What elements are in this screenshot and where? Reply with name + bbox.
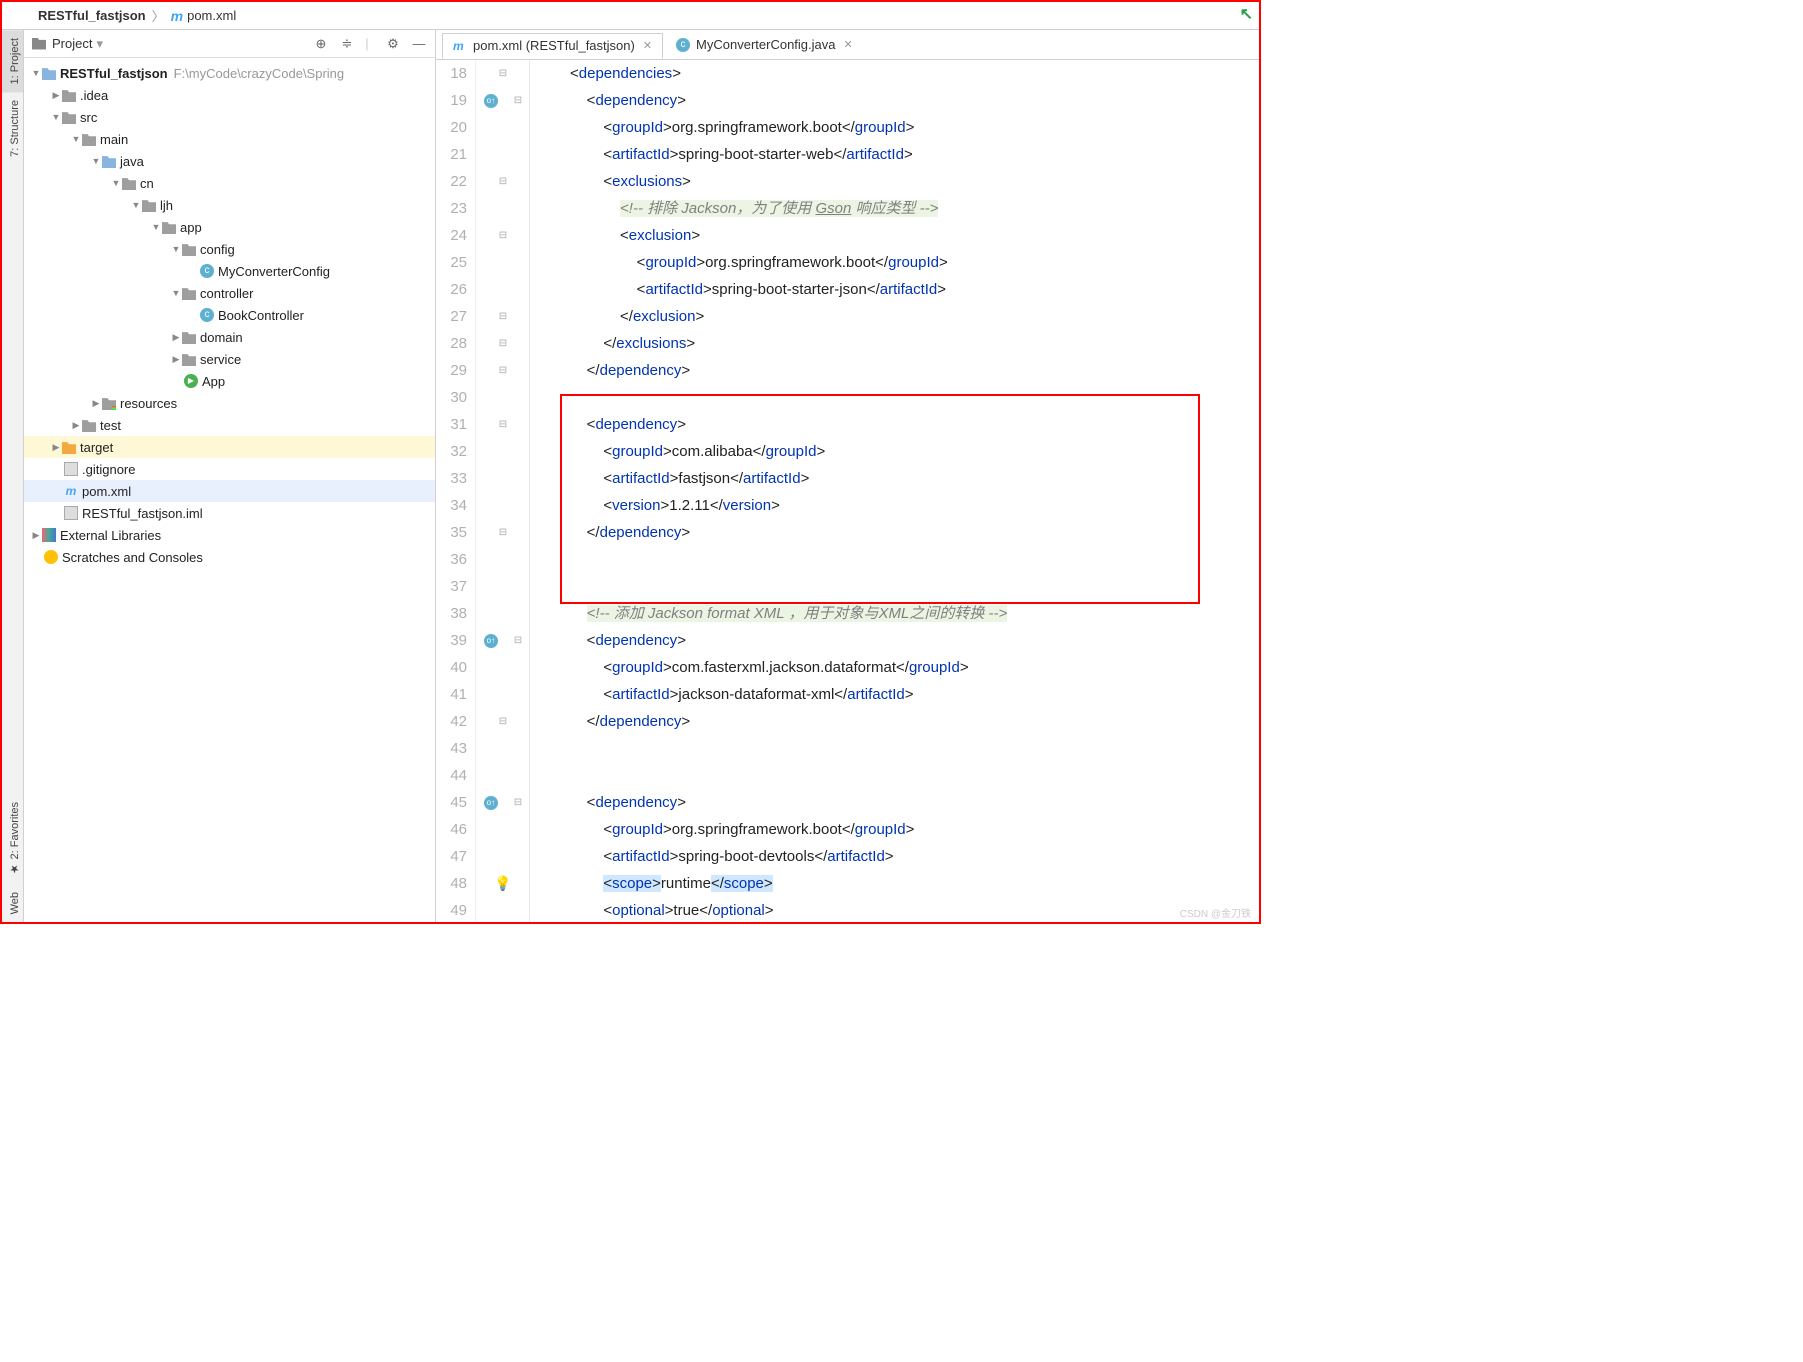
override-icon[interactable]	[484, 94, 498, 108]
tree-file-myconverter[interactable]: MyConverterConfig	[24, 260, 435, 282]
tab-project[interactable]: 1: Project	[2, 30, 23, 92]
fold-icon[interactable]: ⊟	[499, 365, 507, 376]
tree-item[interactable]: ▼cn	[24, 172, 435, 194]
code-editor[interactable]: 1819202122232425262728293031323334353637…	[436, 60, 1259, 922]
hide-icon[interactable]: —	[411, 36, 427, 52]
tree-item[interactable]: ▶domain	[24, 326, 435, 348]
fold-icon[interactable]: ⊟	[499, 419, 507, 430]
tree-item[interactable]: ▼src	[24, 106, 435, 128]
folder-icon	[32, 38, 46, 50]
tree-item[interactable]: ▶test	[24, 414, 435, 436]
class-icon	[676, 38, 690, 52]
dropdown-icon[interactable]: ▾	[96, 36, 103, 52]
tree-file-bookcontroller[interactable]: BookController	[24, 304, 435, 326]
tree-external-libs[interactable]: ▶External Libraries	[24, 524, 435, 546]
breadcrumb-sep: 〉	[152, 6, 165, 25]
tree-item[interactable]: ▼app	[24, 216, 435, 238]
gutter-icons: ⊟ ⊟ ⊟ ⊟ ⊟ ⊟ ⊟ ⊟ ⊟ ⊟ ⊟ ⊟ 💡	[476, 60, 530, 922]
panel-title[interactable]: Project	[52, 36, 92, 51]
expand-icon[interactable]: ≑	[339, 36, 355, 52]
hide-panel-icon[interactable]: ↖	[1240, 4, 1253, 24]
fold-icon[interactable]: ⊟	[499, 176, 507, 187]
fold-icon[interactable]: ⊟	[499, 68, 507, 79]
tree-file-gitignore[interactable]: .gitignore	[24, 458, 435, 480]
tab-favorites[interactable]: ★ 2: Favorites	[2, 794, 23, 884]
breadcrumb: RESTful_fastjson 〉 m pom.xml	[2, 2, 1259, 30]
maven-icon: m	[453, 39, 467, 53]
left-toolbar: 1: Project 7: Structure ★ 2: Favorites W…	[2, 30, 24, 922]
fold-icon[interactable]: ⊟	[514, 797, 522, 808]
tree-item[interactable]: ▼java	[24, 150, 435, 172]
tree-item[interactable]: ▼controller	[24, 282, 435, 304]
tree-file-pom[interactable]: mpom.xml	[24, 480, 435, 502]
watermark: CSDN @金刀铁	[1180, 905, 1251, 920]
locate-icon[interactable]: ⊕	[313, 36, 329, 52]
tab-myconverter[interactable]: MyConverterConfig.java ✕	[665, 32, 864, 58]
tree-item[interactable]: ▼main	[24, 128, 435, 150]
maven-icon: m	[171, 8, 183, 24]
fold-icon[interactable]: ⊟	[499, 338, 507, 349]
close-icon[interactable]: ✕	[844, 38, 853, 51]
editor-tabs: m pom.xml (RESTful_fastjson) ✕ MyConvert…	[436, 30, 1259, 60]
code-area[interactable]: <dependencies> <dependency> <groupId>org…	[530, 60, 1259, 922]
tree-scratches[interactable]: Scratches and Consoles	[24, 546, 435, 568]
fold-icon[interactable]: ⊟	[499, 716, 507, 727]
tree-item[interactable]: ▶resources	[24, 392, 435, 414]
fold-icon[interactable]: ⊟	[514, 95, 522, 106]
tree-root[interactable]: ▼RESTful_fastjsonF:\myCode\crazyCode\Spr…	[24, 62, 435, 84]
project-tree[interactable]: ▼RESTful_fastjsonF:\myCode\crazyCode\Spr…	[24, 58, 435, 922]
project-panel: Project ▾ ⊕ ≑ | ⚙ — ▼RESTful_fastjsonF:\…	[24, 30, 436, 922]
tree-file-app[interactable]: App	[24, 370, 435, 392]
tree-item-target[interactable]: ▶target	[24, 436, 435, 458]
tree-item[interactable]: ▼ljh	[24, 194, 435, 216]
line-gutter: 1819202122232425262728293031323334353637…	[436, 60, 476, 922]
fold-icon[interactable]: ⊟	[514, 635, 522, 646]
override-icon[interactable]	[484, 796, 498, 810]
close-icon[interactable]: ✕	[643, 39, 652, 52]
tab-pom[interactable]: m pom.xml (RESTful_fastjson) ✕	[442, 33, 663, 59]
bulb-icon[interactable]: 💡	[494, 875, 511, 892]
breadcrumb-file[interactable]: pom.xml	[187, 8, 236, 23]
tab-structure[interactable]: 7: Structure	[2, 92, 23, 165]
breadcrumb-project[interactable]: RESTful_fastjson	[38, 8, 146, 23]
tab-web[interactable]: Web	[2, 884, 23, 922]
tree-item[interactable]: ▼config	[24, 238, 435, 260]
fold-icon[interactable]: ⊟	[499, 311, 507, 322]
fold-icon[interactable]: ⊟	[499, 527, 507, 538]
tree-item[interactable]: ▶.idea	[24, 84, 435, 106]
tree-item[interactable]: ▶service	[24, 348, 435, 370]
override-icon[interactable]	[484, 634, 498, 648]
tree-file-iml[interactable]: RESTful_fastjson.iml	[24, 502, 435, 524]
fold-icon[interactable]: ⊟	[499, 230, 507, 241]
gear-icon[interactable]: ⚙	[385, 36, 401, 52]
